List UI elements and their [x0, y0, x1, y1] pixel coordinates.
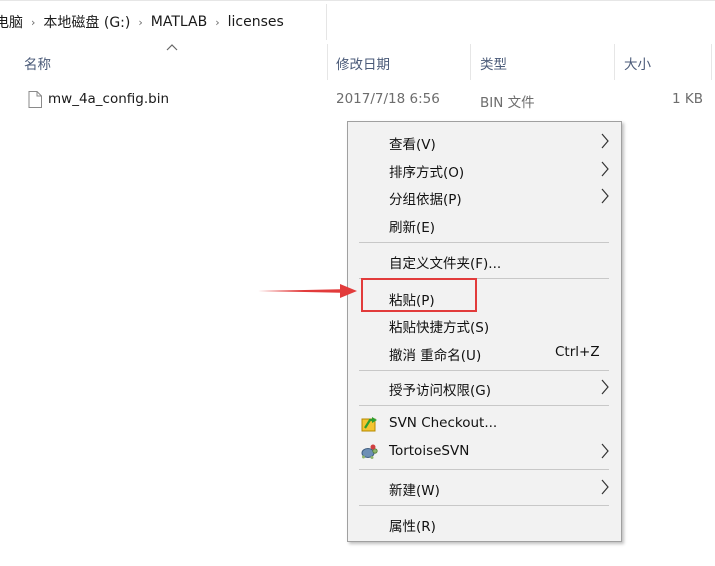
menu-separator — [359, 370, 609, 371]
chevron-right-icon[interactable]: › — [138, 16, 142, 29]
menu-separator — [359, 405, 609, 406]
context-menu: 查看(V) 排序方式(O) 分组依据(P) 刷新(E) 自定义文件夹(F)...… — [347, 121, 622, 542]
chevron-right-icon — [601, 479, 609, 495]
file-row[interactable]: mw_4a_config.bin 2017/7/18 6:56 BIN 文件 1… — [0, 88, 715, 112]
menu-item-label: 分组依据(P) — [389, 192, 462, 208]
menu-item-grant-access[interactable]: 授予访问权限(G) — [348, 376, 621, 400]
menu-item-undo-rename[interactable]: 撤消 重命名(U) Ctrl+Z — [348, 341, 621, 365]
column-separator[interactable] — [711, 44, 712, 80]
file-name: mw_4a_config.bin — [48, 91, 170, 107]
column-header-name[interactable]: 名称 — [24, 52, 51, 74]
file-date: 2017/7/18 6:56 — [336, 91, 440, 107]
menu-item-label: 查看(V) — [389, 137, 436, 153]
menu-separator — [359, 469, 609, 470]
breadcrumb-item-licenses[interactable]: licenses — [228, 14, 284, 30]
address-bar-divider — [326, 4, 327, 40]
menu-item-label: 属性(R) — [389, 519, 436, 535]
menu-item-svn-checkout[interactable]: SVN Checkout... — [348, 412, 621, 436]
menu-item-label: 自定义文件夹(F)... — [389, 256, 502, 272]
column-header-type[interactable]: 类型 — [480, 52, 507, 74]
menu-separator — [359, 242, 609, 243]
red-arrow-icon — [258, 284, 357, 298]
menu-item-sort[interactable]: 排序方式(O) — [348, 158, 621, 182]
paste-highlight-box — [361, 278, 477, 312]
menu-item-tortoisesvn[interactable]: TortoiseSVN — [348, 440, 621, 464]
menu-item-label: 刷新(E) — [389, 220, 436, 236]
menu-item-shortcut: Ctrl+Z — [555, 344, 600, 360]
menu-item-properties[interactable]: 属性(R) — [348, 512, 621, 536]
menu-item-label: 撤消 重命名(U) — [389, 348, 482, 364]
menu-item-customize-folder[interactable]: 自定义文件夹(F)... — [348, 249, 621, 273]
column-separator[interactable] — [614, 44, 615, 80]
menu-item-label: 粘贴快捷方式(S) — [389, 320, 490, 336]
chevron-right-icon — [601, 133, 609, 149]
menu-item-view[interactable]: 查看(V) — [348, 130, 621, 154]
chevron-right-icon — [601, 161, 609, 177]
column-separator[interactable] — [327, 44, 328, 80]
column-header-date[interactable]: 修改日期 — [336, 52, 390, 74]
menu-item-paste-shortcut[interactable]: 粘贴快捷方式(S) — [348, 313, 621, 337]
breadcrumb-item-drive[interactable]: 本地磁盘 (G:) — [43, 12, 130, 32]
menu-item-label: SVN Checkout... — [389, 415, 498, 431]
sort-ascending-icon — [166, 44, 178, 51]
menu-item-label: TortoiseSVN — [389, 443, 470, 459]
svn-checkout-icon — [361, 417, 377, 432]
menu-item-new[interactable]: 新建(W) — [348, 476, 621, 500]
column-header-size[interactable]: 大小 — [624, 52, 651, 74]
chevron-right-icon — [601, 379, 609, 395]
menu-item-group-by[interactable]: 分组依据(P) — [348, 185, 621, 209]
file-type: BIN 文件 — [480, 95, 535, 111]
chevron-right-icon[interactable]: › — [31, 16, 35, 29]
chevron-right-icon[interactable]: › — [215, 16, 219, 29]
menu-item-label: 授予访问权限(G) — [389, 383, 491, 399]
file-icon — [28, 91, 42, 108]
tortoise-icon — [361, 444, 378, 459]
chevron-right-icon — [601, 188, 609, 204]
breadcrumb: 电脑 › 本地磁盘 (G:) › MATLAB › licenses — [0, 0, 715, 44]
column-separator[interactable] — [470, 44, 471, 80]
menu-item-label: 排序方式(O) — [389, 165, 465, 181]
breadcrumb-item-matlab[interactable]: MATLAB — [151, 14, 207, 30]
menu-item-refresh[interactable]: 刷新(E) — [348, 213, 621, 237]
menu-separator — [359, 505, 609, 506]
breadcrumb-item-computer[interactable]: 电脑 — [0, 12, 23, 32]
file-size: 1 KB — [672, 91, 703, 107]
chevron-right-icon — [601, 443, 609, 459]
menu-item-label: 新建(W) — [389, 483, 440, 499]
